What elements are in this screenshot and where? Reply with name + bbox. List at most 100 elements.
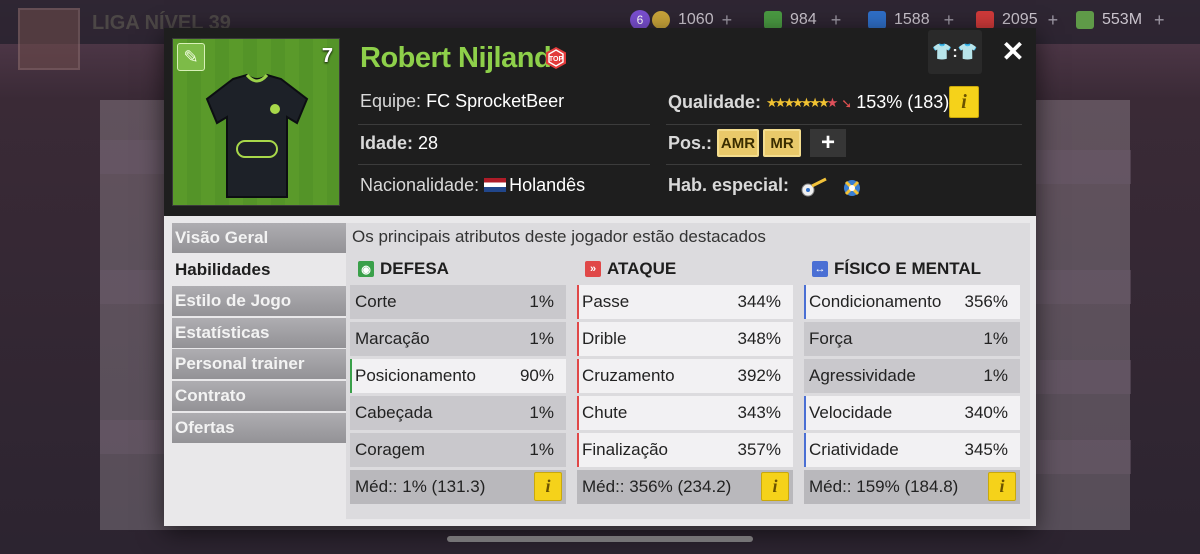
skill-row[interactable]: Finalização 357% bbox=[577, 433, 793, 467]
positions-label: Pos.: bbox=[668, 133, 713, 153]
player-tag-icon[interactable]: TOP bbox=[544, 46, 568, 70]
tab-visao-geral[interactable]: Visão Geral bbox=[172, 223, 346, 253]
health-icon bbox=[976, 11, 994, 29]
shirt-preview[interactable]: ✎ 7 bbox=[172, 38, 340, 206]
add-icon[interactable]: + bbox=[1048, 10, 1059, 31]
highlight-bar bbox=[577, 359, 579, 393]
quality-info-icon[interactable]: i bbox=[949, 86, 979, 118]
arrows-horizontal-icon: ↔ bbox=[812, 261, 828, 277]
player-nav: Visão Geral Habilidades Estilo de Jogo E… bbox=[172, 223, 346, 444]
highlight-bar bbox=[350, 359, 352, 393]
bg-row bbox=[1036, 270, 1131, 304]
skill-value: 392% bbox=[737, 366, 781, 385]
energy-icon bbox=[868, 11, 886, 29]
special-ability-icon[interactable] bbox=[840, 176, 864, 203]
tab-habilidades[interactable]: Habilidades bbox=[172, 254, 346, 285]
age-value: 28 bbox=[418, 133, 439, 153]
bg-row bbox=[1036, 360, 1131, 394]
cash-icon bbox=[764, 11, 782, 29]
currency-value: 984 bbox=[790, 11, 817, 28]
nationality-row: Nacionalidade: Holandês bbox=[360, 175, 585, 196]
highlight-bar bbox=[577, 285, 579, 319]
add-position-button[interactable]: + bbox=[810, 129, 846, 157]
skill-row[interactable]: Chute 343% bbox=[577, 396, 793, 430]
highlight-bar bbox=[804, 433, 806, 467]
skill-row[interactable]: Criatividade 345% bbox=[804, 433, 1020, 467]
tab-estatisticas[interactable]: Estatísticas bbox=[172, 317, 346, 348]
highlight-bar bbox=[577, 322, 579, 356]
position-badge[interactable]: MR bbox=[763, 129, 801, 157]
average-value: Méd:: 159% (184.8) bbox=[809, 477, 959, 496]
team-label: Equipe: bbox=[360, 91, 422, 111]
tab-estilo-de-jogo[interactable]: Estilo de Jogo bbox=[172, 286, 346, 317]
skill-value: 348% bbox=[737, 329, 781, 348]
skill-value: 1% bbox=[983, 329, 1008, 348]
player-name: Robert Nijland bbox=[360, 42, 552, 74]
currency-money[interactable]: 553M + bbox=[1076, 8, 1165, 32]
skill-row[interactable]: Marcação 1% bbox=[350, 322, 566, 356]
skill-row[interactable]: Coragem 1% bbox=[350, 433, 566, 467]
attack-arrow-icon: » bbox=[585, 261, 601, 277]
jersey-icon bbox=[205, 73, 309, 198]
skill-value: 1% bbox=[529, 440, 554, 459]
skill-row[interactable]: Condicionamento 356% bbox=[804, 285, 1020, 319]
team-value[interactable]: FC SprocketBeer bbox=[426, 91, 564, 111]
skill-value: 345% bbox=[964, 440, 1008, 459]
compare-shirts-button[interactable]: 👕:👕 bbox=[928, 30, 982, 74]
skill-value: 343% bbox=[737, 403, 781, 422]
svg-text:TOP: TOP bbox=[549, 56, 564, 63]
info-icon[interactable]: i bbox=[988, 472, 1016, 501]
skill-name: Finalização bbox=[582, 440, 668, 459]
skill-name: Marcação bbox=[355, 329, 430, 348]
club-badge bbox=[18, 8, 80, 70]
position-badge[interactable]: AMR bbox=[717, 129, 759, 157]
skill-row[interactable]: Agressividade 1% bbox=[804, 359, 1020, 393]
quality-row: Qualidade: ★★★★★★★★ ➘ 153% (183) bbox=[668, 92, 949, 113]
skill-row[interactable]: Força 1% bbox=[804, 322, 1020, 356]
quality-value: 153% (183) bbox=[856, 92, 950, 112]
skill-row[interactable]: Velocidade 340% bbox=[804, 396, 1020, 430]
nationality-value: Holandês bbox=[509, 175, 586, 195]
skill-name: Coragem bbox=[355, 440, 425, 459]
skill-name: Velocidade bbox=[809, 403, 893, 422]
divider bbox=[358, 124, 650, 125]
highlight-bar bbox=[577, 433, 579, 467]
tab-ofertas[interactable]: Ofertas bbox=[172, 412, 346, 443]
skill-name: Agressividade bbox=[809, 366, 916, 385]
skill-row[interactable]: Cruzamento 392% bbox=[577, 359, 793, 393]
skill-name: Condicionamento bbox=[809, 292, 942, 311]
highlight-bar bbox=[804, 396, 806, 430]
add-icon[interactable]: + bbox=[1154, 10, 1165, 31]
skills-subtitle: Os principais atributos deste jogador es… bbox=[352, 227, 766, 246]
average-value: Méd:: 1% (131.3) bbox=[355, 477, 486, 496]
skill-value: 340% bbox=[964, 403, 1008, 422]
currency-value: 1588 bbox=[894, 11, 930, 28]
skill-row[interactable]: Drible 348% bbox=[577, 322, 793, 356]
info-icon[interactable]: i bbox=[534, 472, 562, 501]
shirt-number: 7 bbox=[321, 45, 333, 67]
skill-row[interactable]: Corte 1% bbox=[350, 285, 566, 319]
bg-row bbox=[1036, 440, 1131, 474]
currency-value: 553M bbox=[1102, 11, 1143, 28]
close-icon[interactable]: ✕ bbox=[998, 34, 1028, 68]
home-indicator[interactable] bbox=[447, 536, 753, 542]
defense-title: DEFESA bbox=[380, 259, 449, 278]
average-row: Méd:: 356% (234.2) i bbox=[577, 470, 793, 504]
skill-row[interactable]: Posicionamento 90% bbox=[350, 359, 566, 393]
tab-contrato[interactable]: Contrato bbox=[172, 380, 346, 411]
tab-personal-trainer[interactable]: Personal trainer bbox=[172, 349, 346, 380]
age-row: Idade: 28 bbox=[360, 133, 438, 154]
skill-row[interactable]: Cabeçada 1% bbox=[350, 396, 566, 430]
skill-value: 90% bbox=[519, 366, 554, 385]
netherlands-flag-icon bbox=[484, 178, 507, 192]
info-icon[interactable]: i bbox=[761, 472, 789, 501]
player-modal: ✎ 7 Robert Nijland TOP 👕:👕 ✕ Equipe: FC … bbox=[164, 28, 1036, 526]
skill-name: Força bbox=[809, 329, 853, 348]
skill-name: Posicionamento bbox=[355, 366, 476, 385]
pencil-icon[interactable]: ✎ bbox=[177, 43, 205, 71]
special-ability-icon[interactable] bbox=[800, 176, 828, 203]
divider bbox=[666, 164, 1022, 165]
bg-row bbox=[1036, 150, 1131, 184]
trend-arrow-icon: ➘ bbox=[841, 96, 853, 111]
skill-row[interactable]: Passe 344% bbox=[577, 285, 793, 319]
